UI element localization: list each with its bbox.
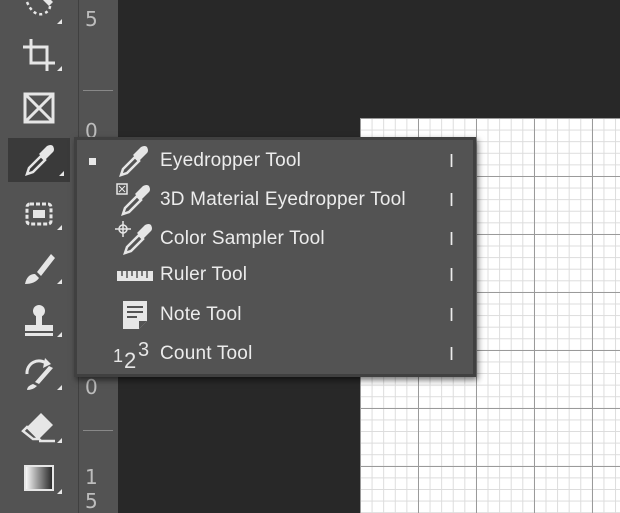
- eyedropper-icon: [25, 145, 54, 176]
- eyedropper-icon: [119, 146, 148, 177]
- eraser-icon: [21, 413, 55, 443]
- tool-lasso[interactable]: [10, 0, 68, 30]
- note-icon: [123, 301, 147, 329]
- history-brush-icon: [25, 358, 53, 390]
- menu-item-label: Note Tool: [160, 304, 242, 325]
- ruler-number: 5: [85, 489, 98, 513]
- menu-item-label: Eyedropper Tool: [160, 150, 302, 171]
- selected-indicator: [89, 157, 96, 165]
- lasso-icon: [25, 0, 53, 16]
- menu-item-count-tool[interactable]: 1 2 3 Count Tool I: [77, 335, 473, 373]
- tool-eraser[interactable]: [10, 405, 68, 449]
- count-icon: 1 2 3: [111, 336, 151, 372]
- menu-item-ruler-tool[interactable]: Ruler Tool I: [77, 256, 473, 294]
- menu-item-label: 3D Material Eyedropper Tool: [160, 189, 406, 210]
- ruler-number: 1: [85, 465, 98, 489]
- frame-icon: [23, 92, 55, 124]
- stamp-icon: [25, 305, 53, 336]
- menu-item-shortcut: I: [449, 264, 455, 285]
- tool-patch[interactable]: [10, 192, 68, 236]
- 3d-material-eyedropper-icon: [116, 183, 150, 216]
- crop-icon: [23, 39, 55, 71]
- ruler-number: 0: [85, 375, 98, 399]
- menu-item-shortcut: I: [449, 304, 455, 325]
- menu-item-3d-material-eyedropper-tool[interactable]: 3D Material Eyedropper Tool I: [77, 181, 473, 219]
- menu-item-label: Ruler Tool: [160, 264, 248, 285]
- ruler-number: 5: [85, 7, 98, 31]
- tool-history-brush[interactable]: [10, 352, 68, 396]
- tool-gradient[interactable]: [10, 456, 68, 500]
- tool-brush[interactable]: [10, 246, 68, 290]
- ruler-icon: [117, 271, 153, 281]
- menu-item-label: Color Sampler Tool: [160, 228, 325, 249]
- tool-stamp[interactable]: [10, 299, 68, 343]
- tool-frame[interactable]: [10, 86, 68, 130]
- gradient-icon: [24, 465, 54, 491]
- patch-icon: [25, 202, 53, 226]
- tools-panel: [0, 0, 78, 513]
- count-glyph: 3: [138, 339, 149, 361]
- brush-icon: [25, 254, 55, 284]
- menu-item-label: Count Tool: [160, 343, 253, 364]
- menu-item-note-tool[interactable]: Note Tool I: [77, 296, 473, 334]
- tool-crop[interactable]: [10, 33, 68, 77]
- eyedropper-tool-flyout: Eyedropper Tool I 3D Material Eyedropper…: [74, 137, 476, 377]
- tool-eyedropper[interactable]: [8, 138, 70, 182]
- menu-item-color-sampler-tool[interactable]: Color Sampler Tool I: [77, 220, 473, 258]
- menu-item-shortcut: I: [449, 228, 455, 249]
- menu-item-shortcut: I: [449, 189, 455, 210]
- menu-item-shortcut: I: [449, 343, 455, 364]
- menu-item-shortcut: I: [449, 150, 455, 171]
- color-sampler-icon: [115, 221, 152, 255]
- count-glyph: 2: [124, 348, 136, 372]
- count-glyph: 1: [113, 346, 123, 366]
- menu-item-eyedropper-tool[interactable]: Eyedropper Tool I: [77, 142, 473, 180]
